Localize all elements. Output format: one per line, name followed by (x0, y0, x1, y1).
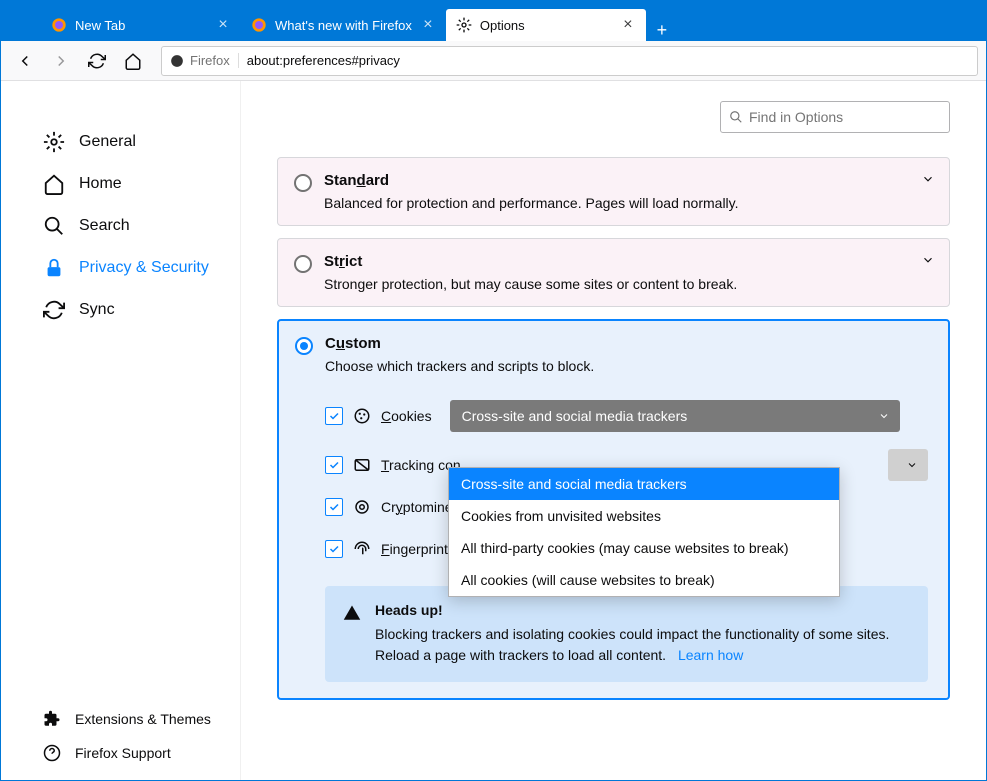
puzzle-icon (43, 710, 61, 728)
search-icon (729, 110, 743, 124)
tab-strip: New Tab × What's new with Firefox × Opti… (1, 1, 986, 41)
headsup-title: Heads up! (375, 602, 910, 618)
sidebar-item-privacy[interactable]: Privacy & Security (1, 247, 240, 289)
checkbox-fingerprinters[interactable] (325, 540, 343, 558)
cookie-icon (353, 407, 371, 425)
preferences-main: Standard Balanced for protection and per… (241, 81, 986, 780)
close-icon[interactable]: × (215, 17, 231, 33)
firefox-icon (51, 17, 67, 33)
firefox-logo-icon (170, 54, 184, 68)
sidebar-item-search[interactable]: Search (1, 205, 240, 247)
headsup-box: Heads up! Blocking trackers and isolatin… (325, 586, 928, 682)
close-icon[interactable]: × (620, 17, 636, 33)
tab-label: Options (480, 18, 612, 33)
sidebar-item-label: Search (79, 217, 130, 235)
panel-title: Custom (325, 335, 594, 352)
learn-how-link[interactable]: Learn how (678, 647, 743, 663)
sidebar-item-label: General (79, 133, 136, 151)
back-button[interactable] (9, 45, 41, 77)
warning-icon (343, 604, 361, 622)
sidebar-item-general[interactable]: General (1, 121, 240, 163)
chevron-down-icon (921, 172, 935, 186)
panel-standard[interactable]: Standard Balanced for protection and per… (277, 157, 950, 226)
panel-desc: Balanced for protection and performance.… (324, 195, 739, 211)
gear-icon (456, 17, 472, 33)
row-cookies: Cookies Cross-site and social media trac… (325, 388, 928, 444)
sidebar-item-support[interactable]: Firefox Support (1, 736, 240, 770)
panel-desc: Choose which trackers and scripts to blo… (325, 358, 594, 374)
radio-strict[interactable] (294, 255, 312, 273)
tab-whats-new[interactable]: What's new with Firefox × (241, 9, 446, 41)
help-icon (43, 744, 61, 762)
sidebar-item-extensions[interactable]: Extensions & Themes (1, 702, 240, 736)
search-input[interactable] (749, 109, 941, 125)
new-tab-button[interactable]: + (646, 20, 678, 41)
tab-label: New Tab (75, 18, 207, 33)
cryptominer-icon (353, 498, 371, 516)
checkbox-cryptominers[interactable] (325, 498, 343, 516)
sidebar-item-label: Privacy & Security (79, 259, 209, 277)
sidebar-item-home[interactable]: Home (1, 163, 240, 205)
close-icon[interactable]: × (420, 17, 436, 33)
find-in-options[interactable] (720, 101, 950, 133)
cookies-dropdown: Cross-site and social media trackers Coo… (448, 467, 840, 597)
select-value: Cross-site and social media trackers (462, 408, 688, 424)
home-button[interactable] (117, 45, 149, 77)
url-bar[interactable]: Firefox about:preferences#privacy (161, 46, 978, 76)
content-area: General Home Search Privacy & Security S… (1, 81, 986, 780)
panel-desc: Stronger protection, but may cause some … (324, 276, 737, 292)
search-icon (43, 215, 65, 237)
select-tracking[interactable] (888, 449, 928, 481)
radio-custom[interactable] (295, 337, 313, 355)
dropdown-item[interactable]: Cross-site and social media trackers (449, 468, 839, 500)
panel-strict[interactable]: Strict Stronger protection, but may caus… (277, 238, 950, 307)
dropdown-item[interactable]: All cookies (will cause websites to brea… (449, 564, 839, 596)
tab-options[interactable]: Options × (446, 9, 646, 41)
firefox-icon (251, 17, 267, 33)
checkbox-cookies[interactable] (325, 407, 343, 425)
chevron-down-icon (921, 253, 935, 267)
sidebar-item-label: Extensions & Themes (75, 711, 211, 727)
identity-box[interactable]: Firefox (170, 53, 239, 68)
sidebar-item-label: Firefox Support (75, 745, 171, 761)
sidebar-item-label: Home (79, 175, 122, 193)
tab-new-tab[interactable]: New Tab × (41, 9, 241, 41)
checkbox-tracking[interactable] (325, 456, 343, 474)
chevron-down-icon (878, 410, 890, 422)
forward-button[interactable] (45, 45, 77, 77)
tracking-icon (353, 456, 371, 474)
sync-icon (43, 299, 65, 321)
label-cookies: Cookies (381, 408, 432, 424)
fingerprint-icon (353, 540, 371, 558)
tab-label: What's new with Firefox (275, 18, 412, 33)
nav-toolbar: Firefox about:preferences#privacy (1, 41, 986, 81)
radio-standard[interactable] (294, 174, 312, 192)
panel-title: Strict (324, 253, 737, 270)
label-cryptominers: Cryptominer (381, 499, 457, 515)
sidebar-item-label: Sync (79, 301, 115, 319)
dropdown-item[interactable]: All third-party cookies (may cause websi… (449, 532, 839, 564)
chevron-down-icon (906, 459, 918, 471)
url-text: about:preferences#privacy (247, 53, 400, 68)
panel-title: Standard (324, 172, 739, 189)
dropdown-item[interactable]: Cookies from unvisited websites (449, 500, 839, 532)
sidebar-item-sync[interactable]: Sync (1, 289, 240, 331)
preferences-sidebar: General Home Search Privacy & Security S… (1, 81, 241, 780)
reload-button[interactable] (81, 45, 113, 77)
headsup-text: Blocking trackers and isolating cookies … (375, 624, 910, 666)
home-icon (43, 173, 65, 195)
select-cookies[interactable]: Cross-site and social media trackers (450, 400, 900, 432)
identity-label: Firefox (190, 53, 230, 68)
gear-icon (43, 131, 65, 153)
lock-icon (43, 257, 65, 279)
